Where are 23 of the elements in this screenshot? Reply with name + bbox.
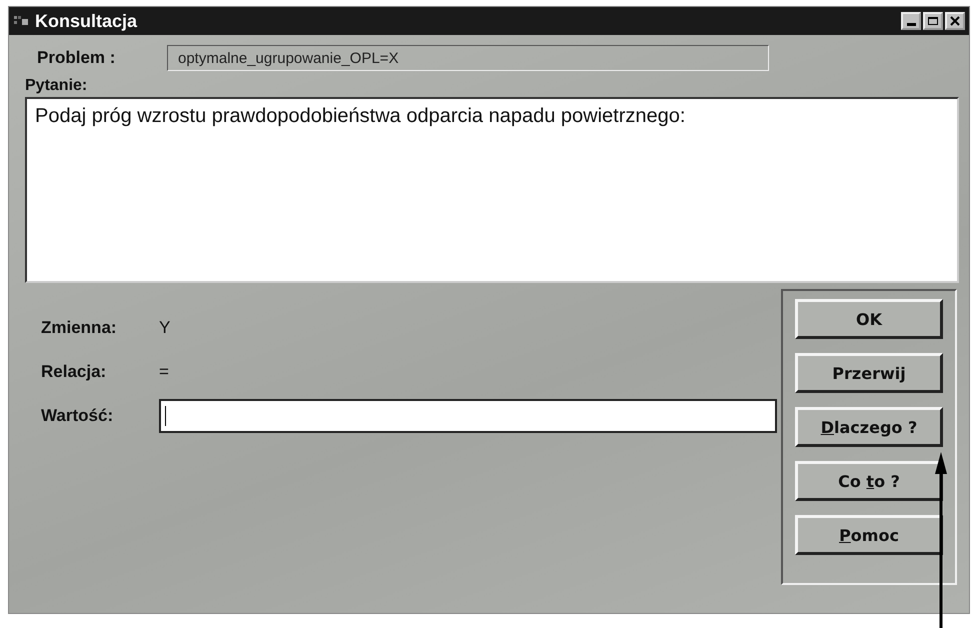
maximize-icon [927,16,939,26]
dialog-button[interactable]: OK [795,299,943,339]
input-field[interactable] [159,399,777,433]
field-label: Wartość: [41,406,114,426]
dialog-button[interactable]: Dlaczego ? [795,407,943,447]
maximize-button[interactable] [923,12,943,30]
app-icon [13,14,31,28]
problem-field: optymalne_ugrupowanie_OPL=X [167,45,769,71]
minimize-button[interactable] [901,12,921,30]
field-label: Relacja: [41,362,108,382]
minimize-icon [906,23,916,26]
window-title: Konsultacja [35,10,138,32]
field-value: Y [159,318,170,338]
field-label: Zmienna: [41,318,118,338]
close-icon [949,16,961,26]
dialog-button[interactable]: Co to ? [795,461,943,501]
question-label: Pytanie: [25,77,88,95]
close-button[interactable] [945,12,965,30]
field-value: = [159,362,169,382]
problem-label: Problem : [37,48,116,68]
dialog-button[interactable]: Przerwij [795,353,943,393]
question-text: Podaj próg wzrostu prawdopodobieństwa odparcia napadu powietrznego: [25,97,959,283]
dialog-button[interactable]: Pomoc [795,515,943,555]
